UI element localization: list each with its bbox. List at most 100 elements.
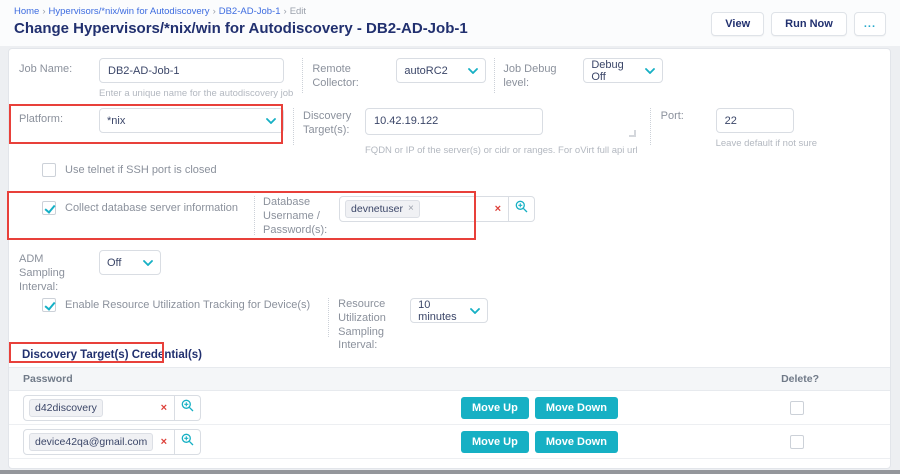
discovery-targets-label: Discovery Target(s): — [303, 110, 352, 136]
job-name-input[interactable] — [99, 58, 284, 83]
breadcrumb-job[interactable]: DB2-AD-Job-1 — [219, 6, 281, 17]
credential-input[interactable]: device42qa@gmail.com × — [23, 428, 175, 455]
credential-tag-text: device42qa@gmail.com — [35, 435, 148, 448]
platform-value: *nix — [107, 114, 126, 127]
add-credential-link[interactable]: Add another Username/Password — [35, 467, 193, 468]
credential-tag: device42qa@gmail.com — [29, 432, 154, 451]
resource-tracking-checkbox[interactable] — [42, 298, 56, 312]
resize-grip-icon[interactable] — [628, 130, 636, 137]
row-adm-sampling: ADM Sampling Interval: Off — [9, 241, 890, 293]
job-debug-select[interactable]: Debug Off — [583, 58, 664, 83]
delete-column-header: Delete? — [781, 373, 819, 385]
row-collect-db: Collect database server information Data… — [9, 187, 890, 241]
platform-label: Platform: — [19, 113, 64, 125]
chevron-down-icon — [645, 67, 656, 74]
more-actions-button[interactable]: ... — [853, 12, 886, 36]
discovery-targets-col: FQDN or IP of the server(s) or cidr or r… — [365, 108, 638, 156]
port-col: Leave default if not sure — [715, 108, 818, 149]
chevron-down-icon — [470, 307, 481, 314]
port-label: Port: — [660, 110, 684, 122]
collect-db-checkbox[interactable] — [42, 201, 56, 215]
adm-sampling-label: ADM Sampling Interval: — [19, 253, 65, 293]
collect-db-label: Collect database server information — [65, 202, 239, 214]
remote-collector-select[interactable]: autoRC2 — [396, 58, 487, 83]
resource-interval-select[interactable]: 10 minutes — [410, 298, 489, 323]
clear-field-icon[interactable]: × — [161, 436, 167, 448]
header-left: Home › Hypervisors/*nix/win for Autodiscov… — [14, 6, 468, 37]
discovery-targets-helper: FQDN or IP of the server(s) or cidr or r… — [365, 145, 638, 156]
magnifier-zoom-icon — [181, 399, 194, 417]
column-divider — [302, 58, 304, 93]
resource-interval-value: 10 minutes — [418, 298, 457, 323]
remove-tag-icon[interactable]: × — [408, 204, 414, 214]
row-job-name: Job Name: Enter a unique name for the au… — [9, 49, 890, 99]
breadcrumb-edit: Edit — [289, 6, 307, 17]
chevron-down-icon — [143, 259, 153, 266]
remote-collector-label: Remote Collector: — [312, 63, 359, 89]
breadcrumb-separator: › — [283, 6, 287, 17]
use-telnet-label: Use telnet if SSH port is closed — [65, 164, 217, 176]
clear-field-icon[interactable]: × — [495, 203, 501, 215]
delete-checkbox[interactable] — [790, 400, 804, 415]
row-resource-tracking: Enable Resource Utilization Tracking for… — [9, 287, 890, 351]
reorder-buttons: Move Up Move Down — [461, 396, 618, 419]
clear-field-icon[interactable]: × — [161, 402, 167, 414]
breadcrumb-autodiscovery[interactable]: Hypervisors/*nix/win for Autodiscovery — [49, 6, 210, 17]
job-debug-label: Job Debug level: — [503, 63, 557, 89]
password-column-header: Password — [23, 373, 73, 385]
port-input[interactable] — [715, 108, 794, 133]
move-down-button[interactable]: Move Down — [534, 430, 618, 453]
row-platform-targets: Platform: *nix Discovery Target(s): FQDN… — [9, 99, 890, 156]
chevron-down-icon — [468, 67, 479, 74]
db-credentials-input[interactable]: devnetuser × × — [339, 196, 510, 222]
adm-sampling-value: Off — [107, 256, 122, 269]
column-divider — [494, 58, 496, 93]
page-header: Home › Hypervisors/*nix/win for Autodiscov… — [0, 0, 900, 46]
resource-interval-label: Resource Utilization Sampling Interval: — [338, 298, 386, 352]
db-credentials-field: devnetuser × × — [339, 196, 536, 222]
use-telnet-checkbox[interactable] — [42, 163, 56, 177]
adm-sampling-select[interactable]: Off — [99, 250, 161, 275]
job-edit-form: Job Name: Enter a unique name for the au… — [8, 48, 891, 469]
lookup-button[interactable] — [509, 196, 536, 222]
delete-checkbox[interactable] — [790, 434, 804, 449]
header-actions: View Run Now ... — [711, 12, 886, 36]
move-up-button[interactable]: Move Up — [461, 396, 529, 419]
move-up-button[interactable]: Move Up — [461, 430, 529, 453]
credential-field: d42discovery × — [23, 394, 201, 421]
move-down-button[interactable]: Move Down — [534, 396, 618, 419]
view-button[interactable]: View — [711, 12, 765, 36]
breadcrumb-separator: › — [42, 6, 46, 17]
credential-row: d42discovery × Move Up Move Down — [9, 391, 890, 425]
credential-tag-text: d42discovery — [35, 401, 97, 414]
credential-input[interactable]: d42discovery × — [23, 394, 175, 421]
breadcrumb-home[interactable]: Home — [14, 6, 39, 17]
breadcrumb-separator: › — [212, 6, 216, 17]
magnifier-zoom-icon — [181, 433, 194, 451]
reorder-buttons: Move Up Move Down — [461, 430, 618, 453]
run-now-button[interactable]: Run Now — [771, 12, 847, 36]
port-helper: Leave default if not sure — [715, 138, 818, 149]
remote-collector-value: autoRC2 — [404, 64, 448, 77]
job-name-field-col: Enter a unique name for the autodiscover… — [99, 58, 293, 99]
credential-field: device42qa@gmail.com × — [23, 428, 201, 455]
credentials-section-title: Discovery Target(s) Credential(s) — [22, 349, 203, 361]
lookup-button[interactable] — [175, 428, 201, 455]
add-credential-row: + Add another Username/Password — [9, 459, 890, 468]
column-divider — [293, 108, 294, 145]
magnifier-zoom-icon — [515, 200, 528, 218]
db-credentials-label: Database Username / Password(s): — [263, 196, 328, 236]
plus-icon: + — [23, 466, 30, 468]
job-name-label: Job Name: — [19, 63, 73, 75]
job-debug-value: Debug Off — [591, 58, 624, 83]
credential-row: device42qa@gmail.com × Move Up Move Down — [9, 425, 890, 459]
credentials-table-header: Password Delete? — [9, 367, 890, 391]
lookup-button[interactable] — [175, 394, 201, 421]
platform-select[interactable]: *nix — [99, 108, 284, 133]
column-divider — [328, 298, 330, 337]
discovery-targets-textarea[interactable] — [365, 108, 543, 135]
row-use-telnet: Use telnet if SSH port is closed — [9, 151, 890, 187]
page-title: Change Hypervisors/*nix/win for Autodisc… — [14, 20, 468, 37]
column-divider — [254, 196, 256, 235]
bottom-bar — [0, 470, 900, 474]
